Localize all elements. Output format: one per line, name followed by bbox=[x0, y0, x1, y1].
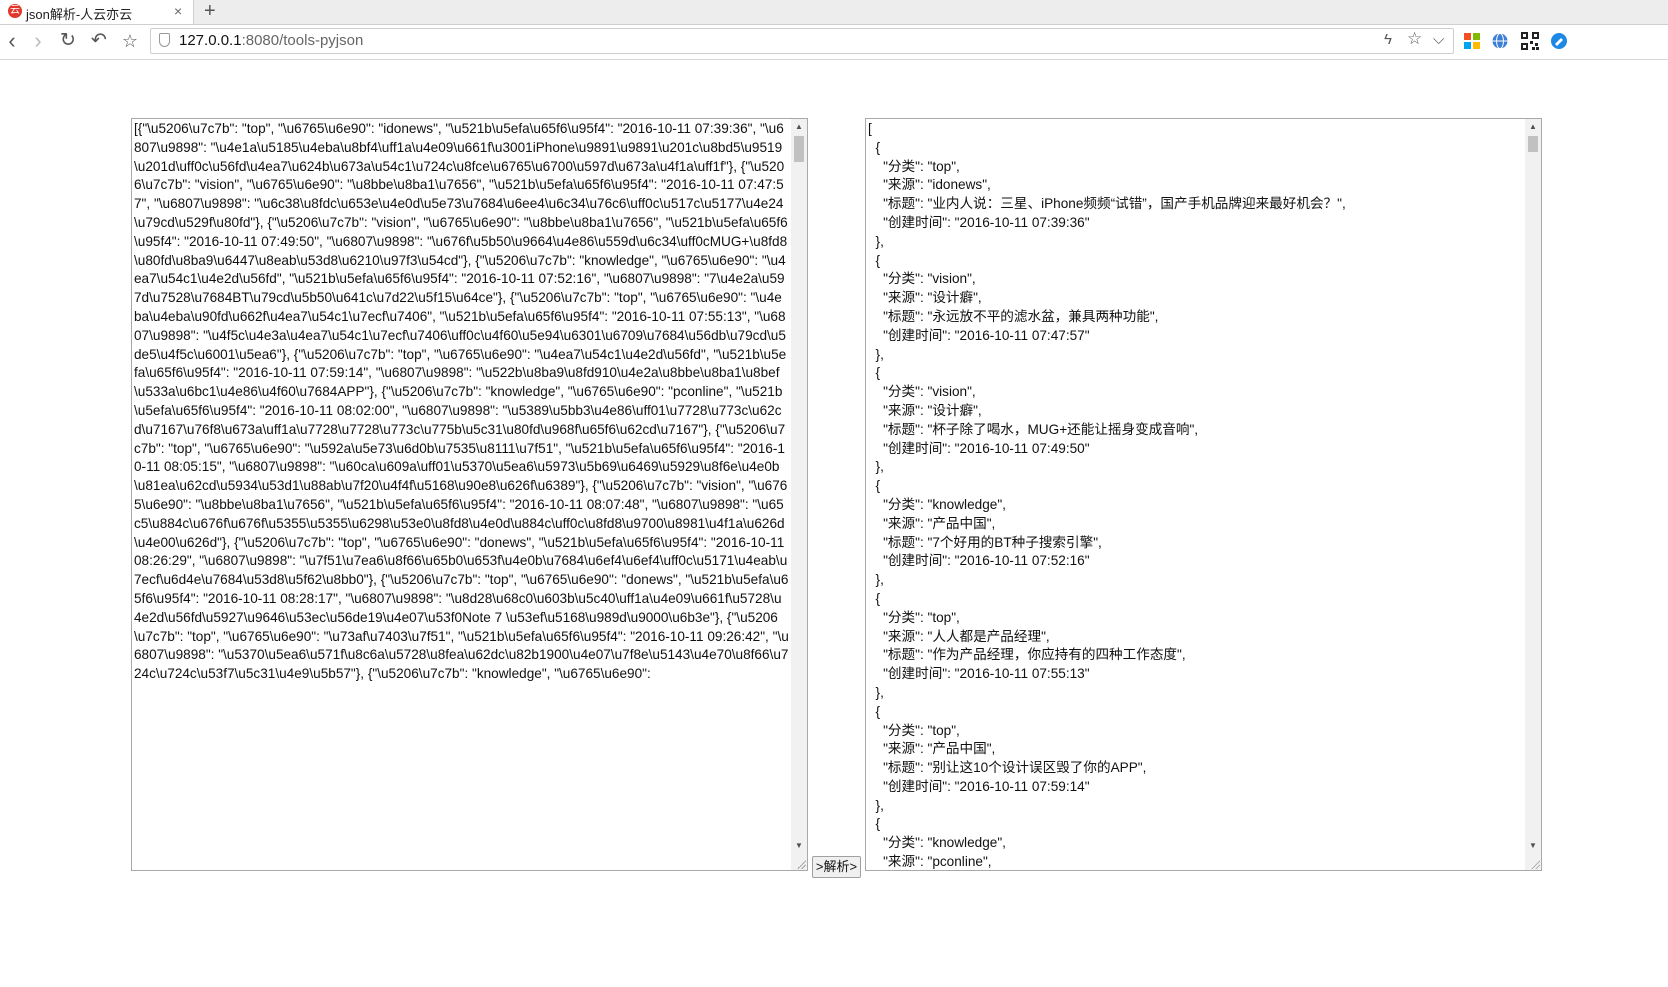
scroll-down-icon[interactable]: ▼ bbox=[791, 838, 807, 854]
tab-bar: 云 json解析-人云亦云 × + bbox=[0, 0, 1668, 25]
scroll-up-icon[interactable]: ▲ bbox=[1525, 119, 1541, 135]
input-resize-grip-icon[interactable] bbox=[796, 859, 806, 869]
json-output-textarea[interactable]: [ { "分类": "top", "来源": "idonews", "标题": … bbox=[865, 118, 1542, 871]
qr-code-icon[interactable] bbox=[1521, 32, 1539, 50]
parse-button[interactable]: >解析> bbox=[812, 856, 861, 878]
address-path: :8080/tools-pyjson bbox=[241, 32, 364, 49]
browser-tab[interactable]: 云 json解析-人云亦云 × bbox=[0, 0, 194, 24]
reload-icon[interactable]: ↻ bbox=[56, 29, 80, 53]
shield-icon bbox=[159, 33, 170, 47]
address-host: 127.0.0.1 bbox=[179, 32, 242, 49]
json-input-textarea[interactable]: [{"\u5206\u7c7b": "top", "\u6765\u6e90":… bbox=[131, 118, 808, 871]
address-url[interactable]: 127.0.0.1:8080/tools-pyjson bbox=[179, 32, 363, 49]
tab-title: json解析-人云亦云 bbox=[26, 7, 133, 22]
json-output-text[interactable]: [ { "分类": "top", "来源": "idonews", "标题": … bbox=[868, 120, 1523, 870]
back-icon[interactable]: ‹ bbox=[0, 29, 24, 53]
forward-icon[interactable]: › bbox=[26, 29, 50, 53]
extension-icon[interactable] bbox=[1550, 32, 1568, 50]
address-bar[interactable]: 127.0.0.1:8080/tools-pyjson ϟ ☆ ⌵ bbox=[150, 28, 1454, 54]
json-input-text[interactable]: [{"\u5206\u7c7b": "top", "\u6765\u6e90":… bbox=[134, 120, 789, 870]
bookmark-star-icon[interactable]: ☆ bbox=[1407, 29, 1422, 49]
site-favicon-icon: 云 bbox=[8, 4, 22, 18]
input-scrollbar[interactable]: ▲ ▼ bbox=[791, 119, 807, 870]
new-tab-icon[interactable]: + bbox=[204, 0, 216, 22]
output-resize-grip-icon[interactable] bbox=[1530, 859, 1540, 869]
undo-icon[interactable]: ↶ bbox=[87, 29, 111, 53]
input-scroll-thumb[interactable] bbox=[794, 136, 804, 162]
globe-icon[interactable] bbox=[1491, 32, 1509, 50]
star-icon[interactable]: ☆ bbox=[118, 29, 142, 53]
apps-icon[interactable] bbox=[1463, 32, 1481, 50]
tab-close-icon[interactable]: × bbox=[174, 3, 182, 19]
browser-toolbar: ‹ › ↻ ↶ ☆ 127.0.0.1:8080/tools-pyjson ϟ … bbox=[0, 25, 1668, 60]
scroll-up-icon[interactable]: ▲ bbox=[791, 119, 807, 135]
dropdown-icon[interactable]: ⌵ bbox=[1433, 31, 1444, 48]
output-scroll-thumb[interactable] bbox=[1528, 136, 1538, 152]
output-scrollbar[interactable]: ▲ ▼ bbox=[1525, 119, 1541, 870]
scroll-down-icon[interactable]: ▼ bbox=[1525, 838, 1541, 854]
lightning-icon[interactable]: ϟ bbox=[1384, 31, 1392, 48]
